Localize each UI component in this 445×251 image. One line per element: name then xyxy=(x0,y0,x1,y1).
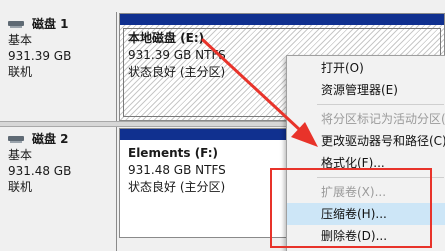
disk-1-title: 磁盘 1 xyxy=(8,16,116,32)
partition-e-bar xyxy=(120,14,444,25)
disk-1-info[interactable]: 磁盘 1 基本 931.39 GB 联机 xyxy=(0,12,117,122)
context-menu: 打开(O) 资源管理器(E) 将分区标记为活动分区(M) 更改驱动器号和路径(C… xyxy=(286,55,445,251)
menu-item-open[interactable]: 打开(O) xyxy=(287,57,445,79)
menu-item-change-drive-letter[interactable]: 更改驱动器号和路径(C)... xyxy=(287,130,445,152)
disk-1-status: 联机 xyxy=(8,65,33,79)
menu-item-delete-volume[interactable]: 删除卷(D)... xyxy=(287,225,445,247)
disk-2-info[interactable]: 磁盘 2 基本 931.48 GB 联机 xyxy=(0,127,117,251)
disk-icon xyxy=(8,20,24,29)
disk-1-name: 磁盘 1 xyxy=(32,17,69,31)
disk-1-size: 931.39 GB xyxy=(8,49,72,63)
disk-icon xyxy=(8,135,24,144)
disk-2-type: 基本 xyxy=(8,148,33,162)
menu-item-extend-volume[interactable]: 扩展卷(X)... xyxy=(287,181,445,203)
partition-e-name: 本地磁盘 (E:) xyxy=(128,31,205,45)
menu-item-explorer[interactable]: 资源管理器(E) xyxy=(287,79,445,101)
menu-item-mark-active[interactable]: 将分区标记为活动分区(M) xyxy=(287,108,445,130)
disk-2-status: 联机 xyxy=(8,180,33,194)
disk-2-name: 磁盘 2 xyxy=(32,132,69,146)
menu-separator xyxy=(317,104,444,105)
menu-item-shrink-volume[interactable]: 压缩卷(H)... xyxy=(287,203,445,225)
menu-item-format[interactable]: 格式化(F)... xyxy=(287,152,445,174)
disk-2-title: 磁盘 2 xyxy=(8,131,116,147)
menu-separator xyxy=(317,177,444,178)
disk-2-size: 931.48 GB xyxy=(8,164,72,178)
disk-1-type: 基本 xyxy=(8,33,33,47)
